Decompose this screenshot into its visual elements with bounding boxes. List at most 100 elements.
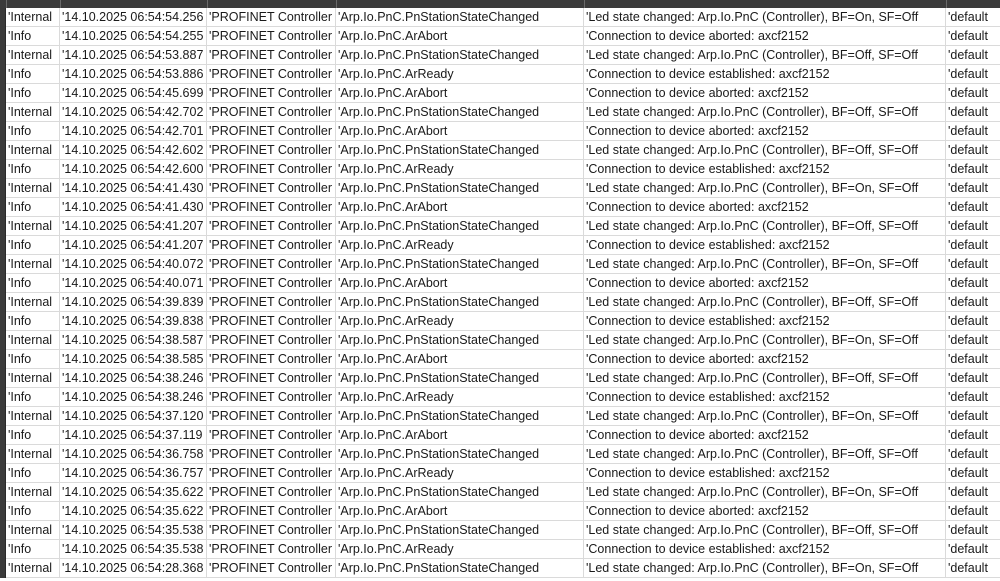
table-row[interactable]: 'Internal '14.10.2025 06:54:42.702 'PROFIN… <box>0 103 1000 122</box>
cell-category[interactable]: 'default <box>946 445 1000 464</box>
cell-level[interactable]: 'Internal <box>6 521 60 540</box>
table-row[interactable]: 'Info '14.10.2025 06:54:53.886 'PROFINET C… <box>0 65 1000 84</box>
cell-component[interactable]: 'PROFINET Controller <box>207 27 336 46</box>
cell-timestamp[interactable]: '14.10.2025 06:54:41.207 <box>60 236 207 255</box>
cell-event[interactable]: 'Arp.Io.PnC.PnStationStateChanged <box>336 445 584 464</box>
cell-component[interactable]: 'PROFINET Controller <box>207 274 336 293</box>
table-row[interactable]: 'Internal '14.10.2025 06:54:37.120 'PROFIN… <box>0 407 1000 426</box>
cell-level[interactable]: 'Info <box>6 388 60 407</box>
cell-event[interactable]: 'Arp.Io.PnC.ArReady <box>336 388 584 407</box>
cell-event[interactable]: 'Arp.Io.PnC.ArReady <box>336 464 584 483</box>
cell-component[interactable]: 'PROFINET Controller <box>207 122 336 141</box>
cell-message[interactable]: 'Led state changed: Arp.Io.PnC (Controll… <box>584 217 946 236</box>
cell-category[interactable]: 'default <box>946 8 1000 27</box>
table-row[interactable]: 'Info '14.10.2025 06:54:39.838 'PROFINET C… <box>0 312 1000 331</box>
cell-event[interactable]: 'Arp.Io.PnC.ArAbort <box>336 27 584 46</box>
table-row[interactable]: 'Info '14.10.2025 06:54:38.246 'PROFINET C… <box>0 388 1000 407</box>
cell-component[interactable]: 'PROFINET Controller <box>207 388 336 407</box>
cell-level[interactable]: 'Internal <box>6 483 60 502</box>
cell-component[interactable]: 'PROFINET Controller <box>207 483 336 502</box>
cell-level[interactable]: 'Info <box>6 350 60 369</box>
table-row[interactable]: 'Internal '14.10.2025 06:54:42.602 'PROFIN… <box>0 141 1000 160</box>
cell-category[interactable]: 'default <box>946 350 1000 369</box>
cell-component[interactable]: 'PROFINET Controller <box>207 559 336 578</box>
cell-timestamp[interactable]: '14.10.2025 06:54:53.887 <box>60 46 207 65</box>
cell-component[interactable]: 'PROFINET Controller <box>207 103 336 122</box>
cell-event[interactable]: 'Arp.Io.PnC.PnStationStateChanged <box>336 179 584 198</box>
table-row[interactable]: 'Info '14.10.2025 06:54:41.207 'PROFINET C… <box>0 236 1000 255</box>
cell-event[interactable]: 'Arp.Io.PnC.ArReady <box>336 236 584 255</box>
cell-timestamp[interactable]: '14.10.2025 06:54:35.622 <box>60 483 207 502</box>
cell-message[interactable]: 'Led state changed: Arp.Io.PnC (Controll… <box>584 483 946 502</box>
cell-component[interactable]: 'PROFINET Controller <box>207 369 336 388</box>
cell-timestamp[interactable]: '14.10.2025 06:54:40.071 <box>60 274 207 293</box>
cell-category[interactable]: 'default <box>946 312 1000 331</box>
cell-event[interactable]: 'Arp.Io.PnC.PnStationStateChanged <box>336 46 584 65</box>
cell-timestamp[interactable]: '14.10.2025 06:54:39.839 <box>60 293 207 312</box>
cell-level[interactable]: 'Info <box>6 27 60 46</box>
cell-timestamp[interactable]: '14.10.2025 06:54:42.600 <box>60 160 207 179</box>
cell-event[interactable]: 'Arp.Io.PnC.PnStationStateChanged <box>336 407 584 426</box>
table-row[interactable]: 'Internal '14.10.2025 06:54:38.587 'PROFIN… <box>0 331 1000 350</box>
cell-message[interactable]: 'Led state changed: Arp.Io.PnC (Controll… <box>584 179 946 198</box>
cell-category[interactable]: 'default <box>946 426 1000 445</box>
table-row[interactable]: 'Info '14.10.2025 06:54:41.430 'PROFINET C… <box>0 198 1000 217</box>
cell-message[interactable]: 'Led state changed: Arp.Io.PnC (Controll… <box>584 559 946 578</box>
table-row[interactable]: 'Info '14.10.2025 06:54:40.071 'PROFINET C… <box>0 274 1000 293</box>
cell-level[interactable]: 'Internal <box>6 293 60 312</box>
cell-component[interactable]: 'PROFINET Controller <box>207 293 336 312</box>
cell-level[interactable]: 'Info <box>6 65 60 84</box>
cell-message[interactable]: 'Connection to device aborted: axcf2152 <box>584 350 946 369</box>
cell-event[interactable]: 'Arp.Io.PnC.PnStationStateChanged <box>336 8 584 27</box>
cell-timestamp[interactable]: '14.10.2025 06:54:35.622 <box>60 502 207 521</box>
cell-event[interactable]: 'Arp.Io.PnC.ArReady <box>336 160 584 179</box>
cell-level[interactable]: 'Info <box>6 122 60 141</box>
cell-category[interactable]: 'default <box>946 236 1000 255</box>
cell-category[interactable]: 'default <box>946 217 1000 236</box>
cell-level[interactable]: 'Internal <box>6 559 60 578</box>
cell-component[interactable]: 'PROFINET Controller <box>207 46 336 65</box>
table-row[interactable]: 'Internal '14.10.2025 06:54:35.538 'PROFIN… <box>0 521 1000 540</box>
cell-level[interactable]: 'Internal <box>6 255 60 274</box>
cell-category[interactable]: 'default <box>946 502 1000 521</box>
cell-level[interactable]: 'Internal <box>6 141 60 160</box>
cell-level[interactable]: 'Internal <box>6 46 60 65</box>
cell-level[interactable]: 'Info <box>6 502 60 521</box>
cell-category[interactable]: 'default <box>946 179 1000 198</box>
cell-message[interactable]: 'Connection to device established: axcf2… <box>584 160 946 179</box>
cell-component[interactable]: 'PROFINET Controller <box>207 331 336 350</box>
cell-level[interactable]: 'Internal <box>6 103 60 122</box>
cell-message[interactable]: 'Led state changed: Arp.Io.PnC (Controll… <box>584 407 946 426</box>
cell-level[interactable]: 'Internal <box>6 407 60 426</box>
cell-timestamp[interactable]: '14.10.2025 06:54:53.886 <box>60 65 207 84</box>
table-row[interactable]: 'Internal '14.10.2025 06:54:36.758 'PROFIN… <box>0 445 1000 464</box>
cell-timestamp[interactable]: '14.10.2025 06:54:42.701 <box>60 122 207 141</box>
cell-component[interactable]: 'PROFINET Controller <box>207 217 336 236</box>
cell-level[interactable]: 'Info <box>6 236 60 255</box>
cell-category[interactable]: 'default <box>946 46 1000 65</box>
cell-event[interactable]: 'Arp.Io.PnC.ArReady <box>336 65 584 84</box>
cell-message[interactable]: 'Led state changed: Arp.Io.PnC (Controll… <box>584 255 946 274</box>
cell-message[interactable]: 'Connection to device aborted: axcf2152 <box>584 27 946 46</box>
table-row[interactable]: 'Internal '14.10.2025 06:54:40.072 'PROFIN… <box>0 255 1000 274</box>
cell-category[interactable]: 'default <box>946 369 1000 388</box>
cell-level[interactable]: 'Info <box>6 426 60 445</box>
cell-timestamp[interactable]: '14.10.2025 06:54:40.072 <box>60 255 207 274</box>
cell-timestamp[interactable]: '14.10.2025 06:54:37.120 <box>60 407 207 426</box>
cell-event[interactable]: 'Arp.Io.PnC.ArReady <box>336 312 584 331</box>
cell-timestamp[interactable]: '14.10.2025 06:54:54.256 <box>60 8 207 27</box>
cell-category[interactable]: 'default <box>946 274 1000 293</box>
column-header-divider[interactable] <box>584 0 585 8</box>
cell-message[interactable]: 'Connection to device established: axcf2… <box>584 540 946 559</box>
cell-message[interactable]: 'Led state changed: Arp.Io.PnC (Controll… <box>584 369 946 388</box>
cell-timestamp[interactable]: '14.10.2025 06:54:41.430 <box>60 198 207 217</box>
cell-component[interactable]: 'PROFINET Controller <box>207 84 336 103</box>
cell-message[interactable]: 'Connection to device aborted: axcf2152 <box>584 502 946 521</box>
cell-component[interactable]: 'PROFINET Controller <box>207 255 336 274</box>
cell-component[interactable]: 'PROFINET Controller <box>207 426 336 445</box>
cell-event[interactable]: 'Arp.Io.PnC.ArAbort <box>336 198 584 217</box>
column-header-divider[interactable] <box>60 0 61 8</box>
cell-message[interactable]: 'Connection to device aborted: axcf2152 <box>584 198 946 217</box>
table-row[interactable]: 'Info '14.10.2025 06:54:54.255 'PROFINET C… <box>0 27 1000 46</box>
column-header-divider[interactable] <box>207 0 208 8</box>
